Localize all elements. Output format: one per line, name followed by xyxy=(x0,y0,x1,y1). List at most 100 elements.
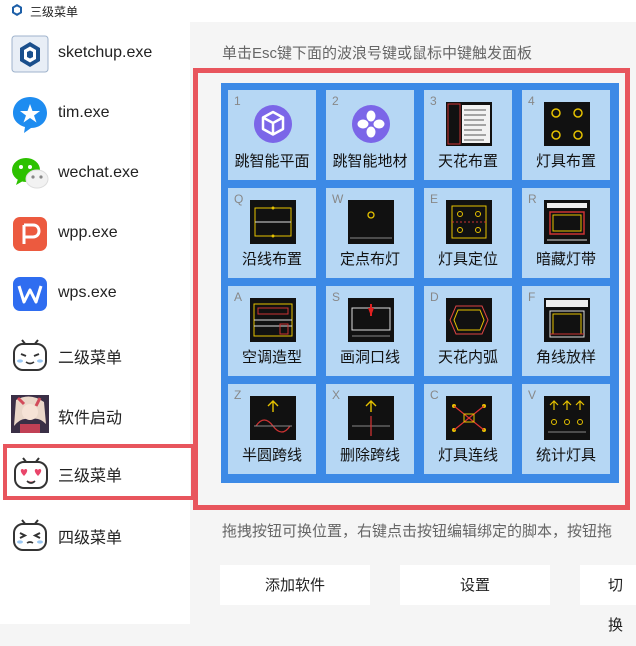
sidebar-item-label: 三级菜单 xyxy=(58,468,123,485)
ac-thumbnail-icon xyxy=(250,298,296,342)
grid-button-q[interactable]: Q 沿线布置 xyxy=(228,188,316,278)
grid-button-d[interactable]: D 天花内弧 xyxy=(424,286,512,376)
hidden-strip-thumbnail-icon xyxy=(544,200,590,244)
count-lamps-thumbnail-icon xyxy=(544,396,590,440)
button-label: 角线放样 xyxy=(535,349,596,366)
button-label: 灯具布置 xyxy=(535,153,596,170)
button-label: 跳智能地材 xyxy=(332,153,408,170)
sidebar: sketchup.exe tim.exe wechat.exe wpp.exe xyxy=(0,22,195,624)
hotkey-label: Q xyxy=(234,192,244,206)
hotkey-label: 3 xyxy=(430,94,437,108)
cube-icon xyxy=(254,105,292,143)
button-label: 跳智能平面 xyxy=(234,153,310,170)
hotkey-label: F xyxy=(528,290,536,304)
hotkey-label: 2 xyxy=(332,94,339,108)
semicircle-thumbnail-icon xyxy=(250,396,296,440)
button-label: 统计灯具 xyxy=(535,447,596,464)
settings-button[interactable]: 设置 xyxy=(400,565,550,605)
grid-button-1[interactable]: 1 跳智能平面 xyxy=(228,90,316,180)
sidebar-item-label: 二级菜单 xyxy=(58,350,123,367)
hotkey-label: R xyxy=(528,192,537,206)
menu-thumbnail-icon xyxy=(446,102,492,146)
bilibili-face-icon xyxy=(13,339,47,371)
grid-button-3[interactable]: 3 天花布置 xyxy=(424,90,512,180)
hotkey-label: W xyxy=(332,192,344,206)
hotkey-label: X xyxy=(332,388,341,402)
button-label: 半圆跨线 xyxy=(241,447,302,464)
tiles-icon xyxy=(352,105,390,143)
add-software-button[interactable]: 添加软件 xyxy=(220,565,370,605)
app-icon xyxy=(12,4,22,16)
sidebar-item-sketchup[interactable]: sketchup.exe xyxy=(0,24,190,84)
sidebar-item-label: wpp.exe xyxy=(58,224,118,241)
sidebar-item-tim[interactable]: tim.exe xyxy=(0,84,190,144)
hotkey-label: E xyxy=(430,192,439,206)
wps-icon xyxy=(13,277,47,311)
switch-button[interactable]: 切换 xyxy=(580,565,636,634)
hotkey-label: C xyxy=(430,388,439,402)
hotkey-label: Z xyxy=(234,388,242,402)
window-title: 三级菜单 xyxy=(30,5,79,19)
grid-button-f[interactable]: F 角线放样 xyxy=(522,286,610,376)
sidebar-item-label: tim.exe xyxy=(58,104,110,121)
squint-face-icon xyxy=(13,519,47,551)
button-label: 天花布置 xyxy=(437,153,498,170)
hotkey-label: S xyxy=(332,290,341,304)
wechat-icon xyxy=(12,158,49,189)
hotkey-label: V xyxy=(528,388,537,402)
button-label: 天花内弧 xyxy=(437,349,498,366)
sidebar-item-label: wps.exe xyxy=(58,284,117,301)
corner-line-thumbnail-icon xyxy=(544,298,590,342)
hint-bottom-text: 拖拽按钮可换位置，右键点击按钮编辑绑定的脚本，按钮拖 xyxy=(222,523,613,540)
sidebar-item-label: sketchup.exe xyxy=(58,44,153,61)
ceiling-arc-thumbnail-icon xyxy=(446,298,492,342)
lamp-connect-thumbnail-icon xyxy=(446,396,492,440)
button-label: 灯具定位 xyxy=(437,251,498,268)
title-bar: 三级菜单 xyxy=(0,0,636,22)
button-label: 定点布灯 xyxy=(339,251,400,268)
hint-top-text: 单击Esc键下面的波浪号键或鼠标中键触发面板 xyxy=(222,45,533,62)
hotkey-label: 1 xyxy=(234,94,241,108)
sidebar-item-label: 软件启动 xyxy=(58,410,123,427)
wpp-icon xyxy=(13,217,47,251)
sidebar-item-wpp[interactable]: wpp.exe xyxy=(0,204,190,264)
sidebar-item-wechat[interactable]: wechat.exe xyxy=(0,144,190,204)
sidebar-item-fourth-menu[interactable]: 四级菜单 xyxy=(0,504,190,564)
hotkey-label: 4 xyxy=(528,94,535,108)
point-lamp-thumbnail-icon xyxy=(348,200,394,244)
button-label: 删除跨线 xyxy=(339,447,400,464)
grid-button-w[interactable]: W 定点布灯 xyxy=(326,188,414,278)
grid-button-4[interactable]: 4 灯具布置 xyxy=(522,90,610,180)
grid-button-r[interactable]: R 暗藏灯带 xyxy=(522,188,610,278)
lamps-thumbnail-icon xyxy=(544,102,590,146)
grid-button-2[interactable]: 2 跳智能地材 xyxy=(326,90,414,180)
sidebar-item-third-menu[interactable]: 三级菜单 xyxy=(3,444,195,500)
hotkey-label: A xyxy=(234,290,243,304)
heart-eyes-face-icon xyxy=(14,457,48,489)
line-layout-thumbnail-icon xyxy=(250,200,296,244)
grid-button-x[interactable]: X 删除跨线 xyxy=(326,384,414,474)
anime-avatar-icon xyxy=(11,395,49,433)
grid-button-a[interactable]: A 空调造型 xyxy=(228,286,316,376)
grid-button-v[interactable]: V 统计灯具 xyxy=(522,384,610,474)
grid-button-c[interactable]: C 灯具连线 xyxy=(424,384,512,474)
grid-button-e[interactable]: E 灯具定位 xyxy=(424,188,512,278)
delete-line-thumbnail-icon xyxy=(348,396,394,440)
sketchup-icon xyxy=(11,35,49,73)
lamp-position-thumbnail-icon xyxy=(446,200,492,244)
button-label: 暗藏灯带 xyxy=(535,251,596,268)
hotkey-label: D xyxy=(430,290,439,304)
button-label: 沿线布置 xyxy=(241,251,302,268)
grid-button-z[interactable]: Z 半圆跨线 xyxy=(228,384,316,474)
button-label: 画洞口线 xyxy=(339,349,400,366)
sidebar-item-wps[interactable]: wps.exe xyxy=(0,264,190,324)
opening-line-thumbnail-icon xyxy=(348,298,394,342)
sidebar-item-software-launch[interactable]: 软件启动 xyxy=(0,384,190,444)
sidebar-item-second-menu[interactable]: 二级菜单 xyxy=(0,324,190,384)
shortcut-panel: 1 跳智能平面 2 跳智能地材 3 天花布置 4 灯具布置 Q 沿线布置 W 定… xyxy=(221,83,619,483)
sidebar-item-label: wechat.exe xyxy=(58,164,139,181)
tim-icon xyxy=(13,97,47,133)
button-label: 空调造型 xyxy=(241,349,302,366)
grid-button-s[interactable]: S 画洞口线 xyxy=(326,286,414,376)
sidebar-item-label: 四级菜单 xyxy=(58,530,123,547)
